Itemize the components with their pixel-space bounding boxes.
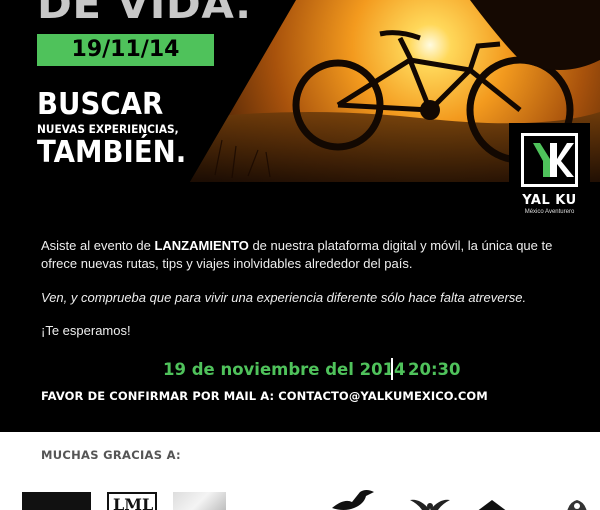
sponsors-title: MUCHAS GRACIAS A: (41, 448, 181, 462)
headline-buscar: BUSCAR (37, 87, 164, 122)
headline-nuevas-experiencias: NUEVAS EXPERIENCIAS, (37, 122, 179, 136)
event-date: 19 de noviembre del 2014 (163, 360, 406, 379)
invitation-paragraph: Asiste al evento de LANZAMIENTO de nuest… (41, 237, 581, 273)
paragraph-text: Asiste al evento de (41, 238, 155, 253)
event-time: 20:30 (408, 360, 461, 379)
closing-line: ¡Te esperamos! (41, 323, 131, 338)
logo-tagline: México Aventurero (524, 209, 575, 215)
sponsor-roof-logo-icon[interactable] (474, 498, 510, 510)
launch-emphasis: LANZAMIENTO (154, 238, 249, 253)
date-badge: 19/11/14 (37, 34, 214, 66)
sponsor-grey-logo-icon[interactable] (173, 492, 226, 510)
sponsor-wings-logo-icon[interactable] (410, 496, 450, 510)
headline-de-vida: DE VIDA. (37, 0, 252, 28)
sponsor-lml-text: LML (113, 495, 154, 510)
sponsor-bird-logo-icon[interactable] (330, 488, 376, 510)
tagline-paragraph: Ven, y comprueba que para vivir una expe… (41, 290, 527, 305)
logo-name: YAL KU (522, 193, 577, 208)
email-flyer: DE VIDA. 19/11/14 BUSCAR NUEVAS EXPERIEN… (0, 0, 600, 510)
sponsor-lml-logo-icon[interactable]: LML (107, 492, 157, 510)
headline-block: BUSCAR NUEVAS EXPERIENCIAS, TAMBIÉN. (37, 88, 199, 170)
headline-tambien: TAMBIÉN. (37, 135, 187, 170)
sponsors-section: MUCHAS GRACIAS A: LML (0, 432, 600, 510)
date-time-divider (391, 358, 393, 380)
sponsor-black-logo-icon[interactable] (22, 492, 91, 510)
yalku-logo[interactable]: YAL KU México Aventurero (509, 123, 590, 219)
rsvp-mail-link[interactable]: FAVOR DE CONFIRMAR POR MAIL A: CONTACTO@… (41, 389, 488, 403)
yalku-k-logo-icon (521, 133, 578, 187)
sponsor-crest-logo-icon[interactable] (565, 498, 589, 510)
